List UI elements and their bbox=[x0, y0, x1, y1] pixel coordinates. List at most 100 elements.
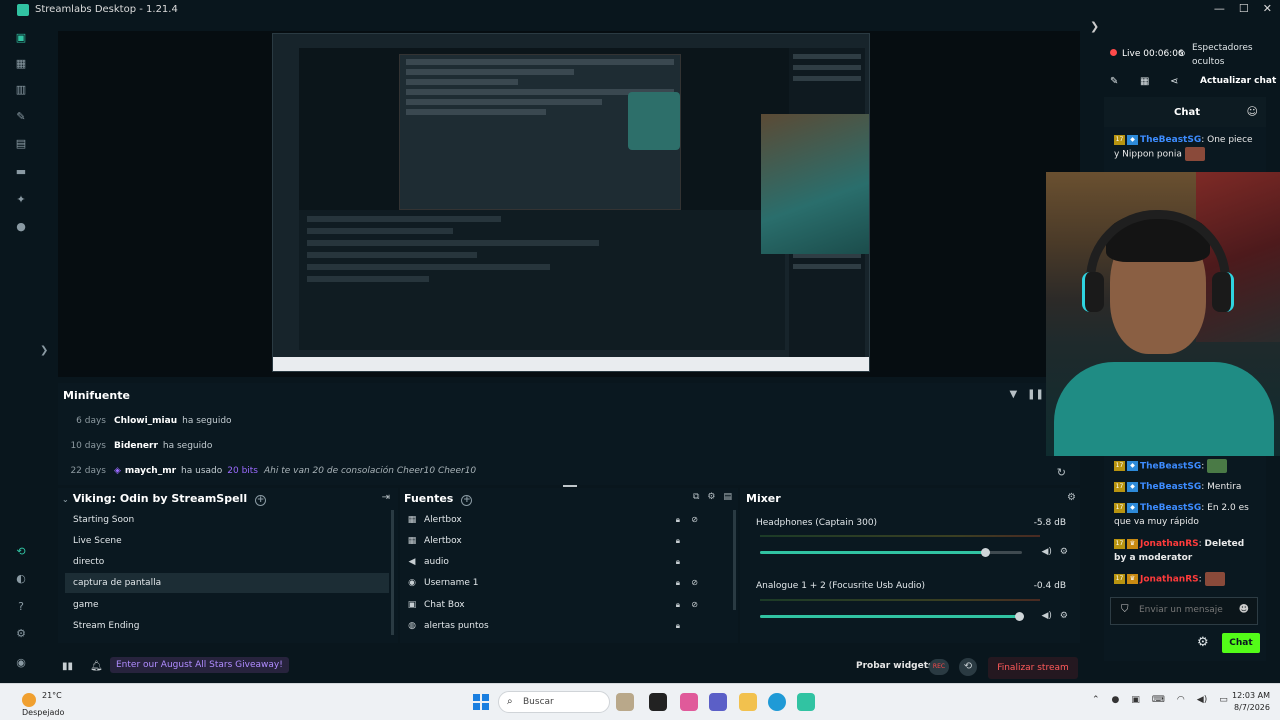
gear-icon[interactable]: ⚙ bbox=[1060, 547, 1068, 557]
file-explorer-icon[interactable] bbox=[739, 693, 757, 711]
pause-icon[interactable]: ❚❚ bbox=[1027, 389, 1044, 400]
transition-icon[interactable]: ⇥ bbox=[382, 492, 390, 503]
source-item[interactable]: ▣ Chat Box 🔒︎ ⊘ bbox=[406, 595, 730, 615]
layout-icon[interactable]: ▥ bbox=[14, 83, 28, 97]
taskbar-search[interactable]: ⌕ Buscar bbox=[498, 691, 610, 713]
editor-icon[interactable]: ▣ bbox=[14, 31, 28, 45]
notification-bell-icon[interactable]: 🔔︎ bbox=[90, 661, 103, 672]
pinned-app-icon[interactable] bbox=[616, 693, 634, 711]
alertbox-icon[interactable]: ▬ bbox=[14, 165, 28, 179]
studio-mode-icon[interactable]: ⟲ bbox=[14, 545, 28, 559]
lock-icon[interactable]: 🔒︎ bbox=[676, 552, 680, 572]
chat-tab[interactable]: Chat ☺ bbox=[1104, 97, 1266, 127]
viewers-hidden[interactable]: Espectadores ocultos bbox=[1192, 41, 1280, 69]
eye-hidden-icon[interactable]: ⊘ bbox=[1178, 49, 1186, 59]
edit-icon[interactable]: ✎ bbox=[1110, 76, 1118, 87]
profile-icon[interactable]: ◉ bbox=[14, 656, 28, 670]
sources-scrollbar[interactable] bbox=[733, 510, 736, 610]
dashboard-icon[interactable]: ▦ bbox=[14, 57, 28, 71]
mixer-settings-icon[interactable]: ⚙ bbox=[1067, 492, 1076, 503]
add-scene-icon[interactable]: + bbox=[255, 495, 267, 506]
hidden-eye-icon[interactable]: ⊘ bbox=[691, 510, 698, 530]
copilot-icon[interactable] bbox=[680, 693, 698, 711]
app-tray-icon[interactable]: ▣ bbox=[1131, 695, 1140, 705]
chat-send-button[interactable]: Chat bbox=[1222, 633, 1260, 653]
close-icon[interactable]: ✕ bbox=[1263, 2, 1272, 15]
volume-slider[interactable] bbox=[760, 548, 1022, 557]
scene-collection-title[interactable]: Viking: Odin by StreamSpell bbox=[73, 492, 247, 505]
shield-icon[interactable]: ⛉ bbox=[1121, 604, 1129, 615]
resize-handle[interactable] bbox=[563, 485, 577, 487]
teams-icon[interactable] bbox=[709, 693, 727, 711]
source-item[interactable]: ▦ Alertbox 🔒︎ ⊘ bbox=[406, 510, 730, 530]
record-tray-icon[interactable]: ● bbox=[1112, 695, 1120, 705]
replay-buffer-icon[interactable]: ⟲ bbox=[959, 658, 977, 676]
chevron-right-icon[interactable]: ❯ bbox=[40, 345, 48, 356]
lock-icon[interactable]: 🔒︎ bbox=[676, 616, 680, 636]
source-item[interactable]: ▦ Alertbox 🔒︎ bbox=[406, 531, 730, 551]
emoji-icon[interactable]: ☻ bbox=[1239, 604, 1249, 615]
refresh-icon[interactable]: ↻ bbox=[1057, 466, 1066, 479]
filters-icon[interactable]: ⚙ bbox=[707, 492, 715, 502]
lock-icon[interactable]: 🔒︎ bbox=[676, 531, 680, 551]
folder-icon[interactable]: ▤ bbox=[723, 492, 732, 502]
volume-slider[interactable] bbox=[760, 612, 1025, 621]
volume-icon[interactable]: ◀) bbox=[1197, 695, 1207, 705]
chat-message-field[interactable] bbox=[1139, 605, 1231, 615]
hidden-eye-icon[interactable]: ⊘ bbox=[691, 595, 698, 615]
lock-icon[interactable]: 🔒︎ bbox=[676, 595, 680, 615]
source-item[interactable]: ◍ alertas puntos 🔒︎ bbox=[406, 616, 730, 636]
scenes-scrollbar[interactable] bbox=[391, 510, 394, 635]
minimize-icon[interactable]: — bbox=[1214, 2, 1225, 15]
filter-icon[interactable]: ▼ bbox=[1009, 389, 1017, 400]
chat-input[interactable]: ⛉ ☻ bbox=[1110, 597, 1258, 625]
store-icon[interactable]: ▤ bbox=[14, 137, 28, 151]
scene-item[interactable]: game bbox=[65, 595, 389, 615]
maximize-icon[interactable]: ☐ bbox=[1239, 2, 1249, 15]
chevron-up-icon[interactable]: ⌃ bbox=[1092, 695, 1100, 705]
user-list-icon[interactable]: ☺ bbox=[1247, 105, 1258, 118]
giveaway-notification[interactable]: Enter our August All Stars Giveaway! bbox=[110, 657, 289, 673]
test-widgets-button[interactable]: Probar widgets bbox=[856, 661, 933, 671]
streamlabs-taskbar-icon[interactable] bbox=[797, 693, 815, 711]
settings-icon[interactable]: ⚙ bbox=[14, 627, 28, 641]
share-icon[interactable]: ⋖ bbox=[1170, 76, 1178, 87]
source-item[interactable]: ◀ audio 🔒︎ bbox=[406, 552, 730, 572]
windows-start-icon[interactable] bbox=[473, 694, 489, 710]
end-stream-button[interactable]: Finalizar stream bbox=[988, 657, 1078, 679]
speaker-icon[interactable]: ◀) bbox=[1041, 547, 1051, 557]
weather-widget[interactable]: 21°C Despejado bbox=[22, 690, 64, 718]
scene-item[interactable]: Live Scene bbox=[65, 531, 389, 551]
keyboard-icon[interactable]: ⌨ bbox=[1152, 695, 1165, 705]
collection-chevron-icon[interactable]: ⌄ bbox=[62, 495, 69, 504]
edge-icon[interactable] bbox=[768, 693, 786, 711]
volume-knob[interactable] bbox=[1015, 612, 1025, 621]
screen-capture-source[interactable] bbox=[272, 33, 870, 372]
themes-icon[interactable]: ✎ bbox=[14, 110, 28, 124]
scene-item-selected[interactable]: captura de pantalla bbox=[65, 573, 389, 593]
collapse-panel-icon[interactable]: ❯ bbox=[1090, 20, 1099, 33]
performance-icon[interactable]: ▮▮ bbox=[62, 661, 73, 672]
scene-item[interactable]: directo bbox=[65, 552, 389, 572]
lock-icon[interactable]: 🔒︎ bbox=[676, 573, 680, 593]
help-icon[interactable]: ? bbox=[14, 600, 28, 614]
dashboard-link-icon[interactable]: ▦ bbox=[1140, 76, 1149, 87]
chat-settings-icon[interactable]: ⚙ bbox=[1197, 635, 1209, 650]
scene-item[interactable]: Starting Soon bbox=[65, 510, 389, 530]
highlighter-icon[interactable]: ✦ bbox=[14, 193, 28, 207]
wifi-icon[interactable]: ◠ bbox=[1177, 695, 1185, 705]
theme-toggle-icon[interactable]: ◐ bbox=[14, 572, 28, 586]
group-icon[interactable]: ⧉ bbox=[693, 492, 699, 502]
hidden-eye-icon[interactable]: ⊘ bbox=[691, 573, 698, 593]
taskbar-clock[interactable]: 12:03 AM 8/7/2026 bbox=[1232, 690, 1270, 714]
speaker-icon[interactable]: ◀) bbox=[1041, 611, 1051, 621]
source-item[interactable]: ◉ Username 1 🔒︎ ⊘ bbox=[406, 573, 730, 593]
refresh-chat-button[interactable]: Actualizar chat bbox=[1200, 76, 1276, 86]
record-button[interactable]: REC bbox=[929, 659, 949, 675]
record-icon[interactable]: ● bbox=[14, 220, 28, 234]
gear-icon[interactable]: ⚙ bbox=[1060, 611, 1068, 621]
add-source-icon[interactable]: + bbox=[461, 495, 473, 506]
battery-icon[interactable]: ▭ bbox=[1219, 695, 1228, 705]
lock-icon[interactable]: 🔒︎ bbox=[676, 510, 680, 530]
terminal-icon[interactable] bbox=[649, 693, 667, 711]
